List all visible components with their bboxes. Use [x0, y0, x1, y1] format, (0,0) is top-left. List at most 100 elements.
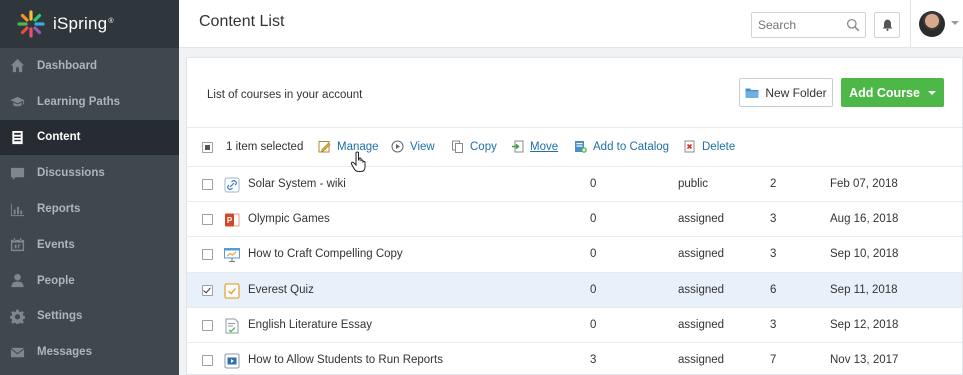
calendar-icon [9, 237, 25, 253]
course-name: Everest Quiz [248, 283, 314, 296]
presentation-icon [224, 248, 240, 263]
add-course-label: Add Course [849, 85, 920, 100]
item-count: 7 [770, 353, 777, 366]
views-count: 3 [590, 353, 597, 366]
item-count: 3 [770, 213, 777, 226]
sidebar-item-people[interactable]: People [0, 263, 179, 299]
manage-icon [318, 141, 331, 153]
sidebar-item-learning-paths[interactable]: Learning Paths [0, 84, 179, 120]
home-icon [9, 58, 25, 74]
access-type: assigned [678, 318, 725, 331]
search-input[interactable] [752, 13, 838, 37]
table-row[interactable]: P Olympic Games 0 assigned 3 Aug 16, 201… [187, 202, 962, 238]
delete-button[interactable]: Delete [683, 140, 735, 153]
move-button[interactable]: Move [511, 140, 558, 153]
views-count: 0 [590, 213, 597, 226]
user-avatar[interactable] [919, 11, 945, 37]
top-header: Content List [179, 0, 963, 48]
access-type: assigned [678, 283, 725, 296]
view-button[interactable]: View [391, 140, 435, 153]
content-icon [9, 129, 25, 145]
copy-button[interactable]: Copy [451, 140, 497, 153]
row-checkbox[interactable] [202, 214, 213, 226]
envelope-icon [9, 344, 25, 360]
chat-icon [9, 165, 25, 181]
sidebar-item-messages[interactable]: Messages [0, 334, 179, 370]
brand-name: iSpring [53, 14, 108, 33]
sidebar-item-content[interactable]: Content [0, 119, 179, 156]
row-checkbox[interactable] [202, 179, 213, 190]
brand-logo[interactable]: iSpring® [0, 0, 179, 48]
person-icon [9, 273, 25, 289]
search-box[interactable] [751, 12, 866, 38]
item-count: 6 [770, 283, 777, 296]
sidebar-item-dashboard[interactable]: Dashboard [0, 48, 179, 84]
item-count: 3 [770, 318, 777, 331]
select-all-checkbox[interactable] [202, 142, 213, 153]
copy-icon [452, 140, 463, 153]
course-name: Olympic Games [248, 213, 330, 226]
sidebar-item-label: People [37, 274, 75, 287]
row-checkbox[interactable] [202, 354, 213, 366]
views-count: 0 [590, 178, 597, 190]
link-icon [224, 177, 240, 193]
sidebar-item-label: Dashboard [37, 59, 98, 72]
table-row[interactable]: Everest Quiz 0 assigned 6 Sep 11, 2018 [187, 272, 962, 308]
table-row[interactable]: How to Allow Students to Run Reports 3 a… [187, 343, 962, 375]
course-name: Solar System - wiki [248, 178, 346, 190]
sidebar-item-events[interactable]: Events [0, 227, 179, 263]
play-circle-icon [391, 140, 404, 153]
sidebar-item-label: Settings [37, 310, 83, 323]
essay-icon [225, 318, 239, 334]
course-name: English Literature Essay [248, 318, 373, 331]
sidebar-item-label: Learning Paths [37, 95, 121, 108]
brand-registered-mark: ® [108, 18, 114, 25]
sidebar-nav: Dashboard Learning Paths Content Discuss… [0, 48, 179, 370]
chevron-down-icon [927, 90, 936, 95]
notifications-button[interactable] [874, 12, 900, 38]
sidebar-item-label: Events [37, 238, 75, 251]
date-added: Nov 13, 2017 [830, 353, 899, 366]
bell-icon [882, 19, 892, 31]
ispring-logo-icon [17, 10, 45, 38]
table-row[interactable]: Solar System - wiki 0 public 2 Feb 07, 2… [187, 167, 962, 203]
chevron-down-icon[interactable] [951, 21, 959, 25]
panel-header: List of courses in your account New Fold… [187, 58, 962, 128]
selection-toolbar: 1 item selected Manage View Copy Move Ad… [187, 128, 962, 167]
course-name: How to Craft Compelling Copy [248, 248, 403, 261]
row-checkbox[interactable] [202, 319, 213, 331]
views-count: 0 [590, 283, 597, 296]
add-to-catalog-button[interactable]: Add to Catalog [574, 140, 669, 153]
catalog-icon [575, 141, 587, 153]
row-checkbox[interactable] [202, 249, 213, 261]
views-count: 0 [590, 318, 597, 331]
folder-icon [745, 88, 759, 98]
row-checkbox[interactable] [202, 284, 213, 296]
access-type: public [678, 178, 709, 190]
hand-cursor-icon [350, 151, 366, 172]
date-added: Feb 07, 2018 [830, 178, 898, 190]
new-folder-button[interactable]: New Folder [739, 78, 833, 107]
table-row[interactable]: English Literature Essay 0 assigned 3 Se… [187, 308, 962, 343]
date-added: Aug 16, 2018 [830, 213, 899, 226]
access-type: assigned [678, 248, 725, 261]
selection-count: 1 item selected [226, 141, 304, 153]
panel-description: List of courses in your account [207, 89, 363, 101]
table-row[interactable]: How to Craft Compelling Copy 0 assigned … [187, 237, 962, 273]
item-count: 3 [770, 248, 777, 261]
video-icon [224, 353, 240, 369]
sidebar-item-reports[interactable]: Reports [0, 191, 179, 227]
date-added: Sep 12, 2018 [830, 318, 899, 331]
sidebar-item-discussions[interactable]: Discussions [0, 155, 179, 191]
page-title: Content List [199, 13, 285, 30]
add-course-button[interactable]: Add Course [841, 78, 944, 107]
content-list-panel: List of courses in your account New Fold… [186, 57, 963, 375]
header-divider [910, 0, 911, 48]
item-count: 2 [770, 178, 777, 190]
manage-button[interactable]: Manage [318, 140, 379, 153]
sidebar-item-label: Messages [37, 346, 92, 359]
new-folder-label: New Folder [765, 85, 827, 100]
sidebar-item-settings[interactable]: Settings [0, 299, 179, 335]
search-icon[interactable] [846, 18, 860, 32]
access-type: assigned [678, 213, 725, 226]
